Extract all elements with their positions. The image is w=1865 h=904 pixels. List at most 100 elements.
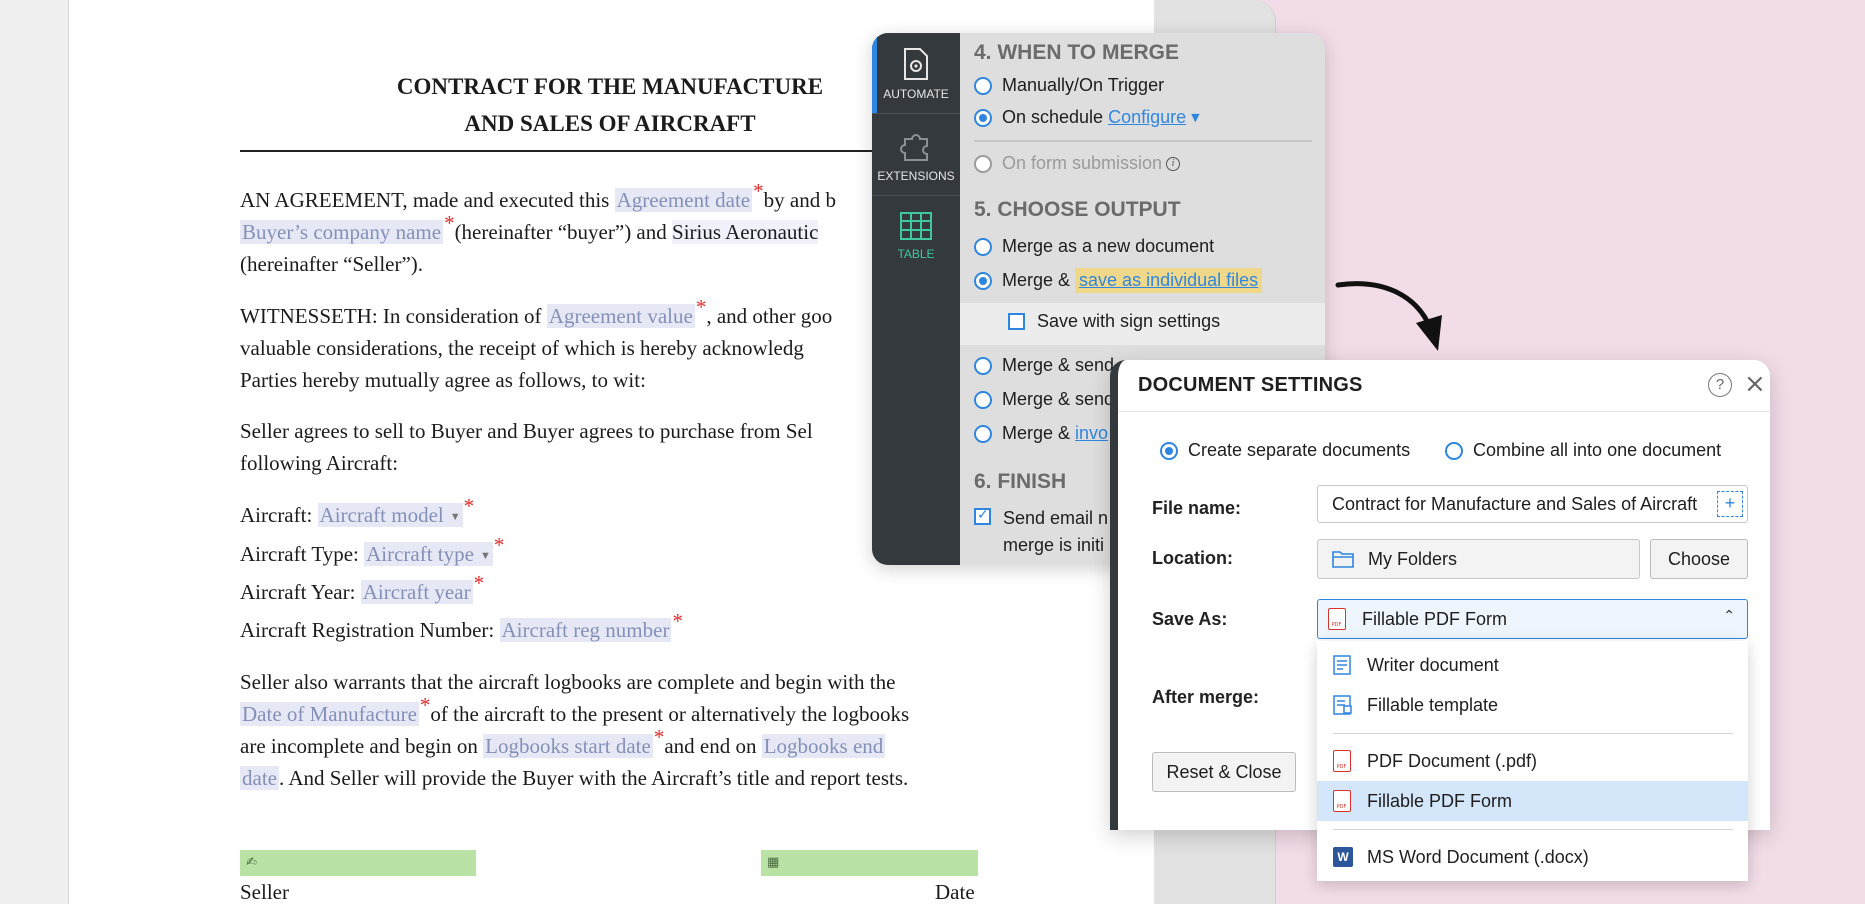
required-mark: * <box>653 725 665 749</box>
rail-item-automate[interactable]: AUTOMATE <box>872 47 960 101</box>
location-value: My Folders <box>1368 548 1458 569</box>
option-label: Merge as a new document <box>1002 236 1215 256</box>
seller-name-text: Sirius Aeronautic <box>672 220 819 244</box>
document-settings-dialog: DOCUMENT SETTINGS ? × Create separate do… <box>1110 360 1770 881</box>
reset-close-button[interactable]: Reset & Close <box>1152 752 1296 792</box>
required-mark: * <box>672 609 683 633</box>
help-icon[interactable]: ? <box>1708 373 1732 397</box>
radio-icon <box>974 237 992 256</box>
menu-label: Writer document <box>1367 654 1499 675</box>
aircraft-reg-row: Aircraft Registration Number: Aircraft r… <box>240 609 683 646</box>
option-send-email[interactable]: Send email n merge is initi <box>974 505 1108 559</box>
invoice-link[interactable]: invo <box>1075 423 1108 444</box>
dropdown-caret-icon: ▼ <box>479 550 491 563</box>
dropdown-caret-icon: ▼ <box>449 511 461 524</box>
paragraph-witnesseth: WITNESSETH: In consideration of Agreemen… <box>240 295 832 396</box>
save-individual-files-link[interactable]: save as individual files <box>1075 268 1263 293</box>
text: and end on <box>664 734 762 758</box>
menu-divider <box>1333 829 1733 830</box>
text: Seller agrees to sell to Buyer and Buyer… <box>240 419 813 443</box>
option-label: Merge & send <box>1002 355 1115 375</box>
file-name-value: Contract for Manufacture and Sales of Ai… <box>1332 493 1698 514</box>
option-on-form-submission[interactable]: On form submission i <box>974 153 1181 174</box>
text: are incomplete and begin on <box>240 734 484 758</box>
label: Aircraft Type: <box>240 542 365 566</box>
option-label: On schedule <box>1002 107 1104 127</box>
option-label: Merge & <box>1002 423 1076 443</box>
menu-item-pdf-document[interactable]: PDF Document (.pdf) <box>1317 741 1748 781</box>
dialog-header: DOCUMENT SETTINGS ? × <box>1118 360 1770 412</box>
option-merge-invoice[interactable]: Merge & invo <box>974 423 1108 444</box>
field-date-of-manufacture[interactable]: Date of Manufacture <box>240 702 419 726</box>
text: valuable considerations, the receipt of … <box>240 336 804 360</box>
save-as-dropdown-menu: Writer document Fillable template PDF Do… <box>1317 641 1748 881</box>
location-input[interactable]: My Folders <box>1317 539 1640 579</box>
menu-item-ms-word[interactable]: W MS Word Document (.docx) <box>1317 837 1748 877</box>
menu-item-writer-document[interactable]: Writer document <box>1317 645 1748 685</box>
option-merge-save-individual[interactable]: Merge & save as individual files <box>974 268 1263 293</box>
menu-item-fillable-pdf-form[interactable]: Fillable PDF Form <box>1317 781 1748 821</box>
file-name-input[interactable]: Contract for Manufacture and Sales of Ai… <box>1317 485 1748 523</box>
signature-field[interactable]: ✍ <box>240 850 476 876</box>
chevron-down-icon[interactable]: ▼ <box>1191 111 1199 124</box>
field-aircraft-reg-number[interactable]: Aircraft reg number <box>499 618 672 642</box>
field-logbooks-end-date-cont[interactable]: date <box>240 766 279 790</box>
menu-item-fillable-template[interactable]: Fillable template <box>1317 685 1748 725</box>
menu-label: Fillable PDF Form <box>1367 790 1513 811</box>
radio-icon <box>1445 441 1463 460</box>
text: (hereinafter “Seller”). <box>240 252 424 276</box>
rail-label: TABLE <box>897 247 935 261</box>
required-mark: * <box>419 693 431 717</box>
close-icon[interactable]: × <box>1744 369 1766 399</box>
field-value: Aircraft type <box>366 542 474 566</box>
rail-item-table[interactable]: TABLE <box>872 211 960 261</box>
required-mark: * <box>695 295 707 319</box>
option-on-schedule[interactable]: On schedule Configure ▼ <box>974 107 1200 128</box>
option-merge-send-1[interactable]: Merge & send <box>974 355 1114 376</box>
field-logbooks-start-date[interactable]: Logbooks start date <box>483 734 653 758</box>
checkbox-checked-icon <box>974 507 991 525</box>
workspace-background <box>0 0 68 904</box>
option-save-with-sign-settings[interactable]: Save with sign settings <box>1008 311 1220 332</box>
option-combine-all[interactable]: Combine all into one document <box>1445 440 1721 461</box>
option-merge-new-document[interactable]: Merge as a new document <box>974 236 1214 257</box>
radio-selected-icon <box>974 271 992 290</box>
info-icon[interactable]: i <box>1166 156 1181 171</box>
field-agreement-value[interactable]: Agreement value <box>546 304 695 328</box>
radio-selected-icon <box>1160 441 1178 460</box>
aircraft-model-row: Aircraft: Aircraft model ▼ * <box>240 494 474 533</box>
field-logbooks-end-date[interactable]: Logbooks end <box>761 734 886 758</box>
curved-arrow-icon <box>1335 281 1442 351</box>
field-buyer-company-name[interactable]: Buyer’s company name <box>240 220 444 244</box>
option-merge-send-2[interactable]: Merge & send <box>974 389 1114 410</box>
date-field[interactable]: ▦ <box>761 850 978 876</box>
text: Parties hereby mutually agree as follows… <box>240 368 646 392</box>
insert-field-icon[interactable]: + <box>1717 491 1743 517</box>
paragraph-logbooks: Seller also warrants that the aircraft l… <box>240 666 909 794</box>
rail-item-extensions[interactable]: EXTENSIONS <box>872 129 960 183</box>
menu-label: Fillable template <box>1367 694 1499 715</box>
label: Aircraft Year: <box>240 580 361 604</box>
radio-icon <box>974 76 992 95</box>
option-label: Send email n <box>1003 508 1109 528</box>
save-as-value: Fillable PDF Form <box>1362 608 1508 629</box>
option-create-separate[interactable]: Create separate documents <box>1160 440 1410 461</box>
text: (hereinafter “buyer”) and <box>454 220 673 244</box>
divider <box>974 140 1312 142</box>
required-mark: * <box>493 533 505 557</box>
field-agreement-date[interactable]: Agreement date <box>614 188 753 212</box>
configure-link[interactable]: Configure <box>1108 107 1186 128</box>
field-aircraft-year[interactable]: Aircraft year <box>360 580 473 604</box>
calendar-icon: ▦ <box>767 855 780 870</box>
save-as-select[interactable]: Fillable PDF Form ⌃ <box>1317 599 1748 639</box>
choose-button[interactable]: Choose <box>1650 539 1748 579</box>
checkbox-icon <box>1008 313 1025 330</box>
text: Seller also warrants that the aircraft l… <box>240 670 896 694</box>
text: by and b <box>763 188 836 212</box>
radio-selected-icon <box>974 108 992 127</box>
field-aircraft-type[interactable]: Aircraft type ▼ <box>364 542 493 566</box>
field-aircraft-model[interactable]: Aircraft model ▼ <box>317 503 463 527</box>
option-manual-trigger[interactable]: Manually/On Trigger <box>974 75 1164 96</box>
option-label: Save with sign settings <box>1037 311 1221 331</box>
file-name-label: File name: <box>1152 498 1242 518</box>
